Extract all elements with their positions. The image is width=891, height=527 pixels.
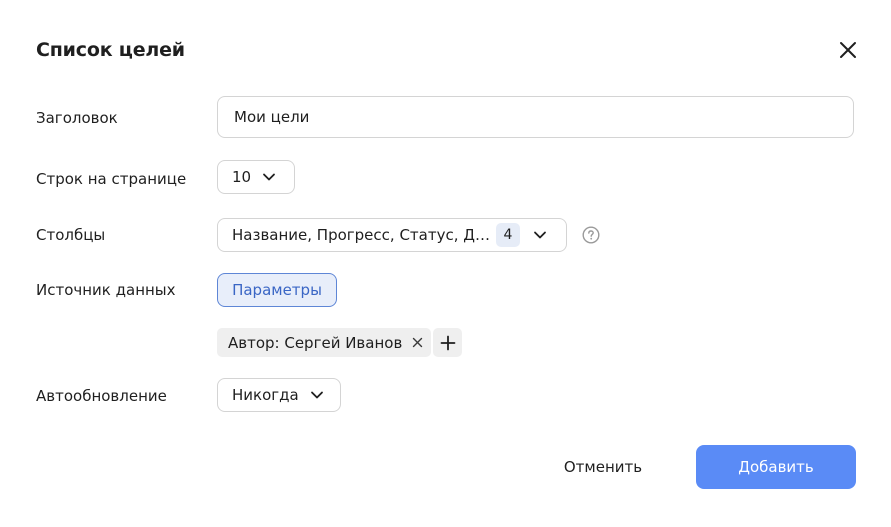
rows-per-page-value: 10 bbox=[232, 168, 252, 186]
remove-filter-button[interactable] bbox=[411, 337, 423, 349]
columns-value: Название, Прогресс, Статус, Де... bbox=[232, 226, 490, 244]
goals-list-dialog: Список целей Заголовок Строк на странице… bbox=[0, 0, 891, 527]
columns-select[interactable]: Название, Прогресс, Статус, Де... 4 bbox=[217, 218, 567, 252]
chevron-down-icon bbox=[261, 169, 277, 185]
filter-chip-label: Автор: Сергей Иванов bbox=[228, 333, 403, 352]
remove-icon bbox=[412, 337, 422, 348]
autorefresh-label: Автообновление bbox=[36, 387, 167, 405]
parameters-button[interactable]: Параметры bbox=[217, 273, 337, 307]
add-button[interactable]: Добавить bbox=[696, 445, 856, 489]
columns-count-badge: 4 bbox=[496, 223, 520, 247]
data-source-label: Источник данных bbox=[36, 281, 176, 299]
dialog-title: Список целей bbox=[36, 39, 185, 61]
plus-icon bbox=[440, 335, 455, 350]
header-label: Заголовок bbox=[36, 109, 118, 127]
close-button[interactable] bbox=[834, 36, 862, 64]
autorefresh-value: Никогда bbox=[232, 386, 299, 404]
cancel-button[interactable]: Отменить bbox=[548, 445, 658, 489]
columns-label: Столбцы bbox=[36, 226, 106, 244]
autorefresh-select[interactable]: Никогда bbox=[217, 378, 341, 412]
filter-chip: Автор: Сергей Иванов bbox=[217, 328, 432, 357]
header-input[interactable] bbox=[217, 96, 854, 138]
columns-help[interactable] bbox=[582, 226, 600, 244]
add-filter-button[interactable] bbox=[433, 328, 462, 357]
close-icon bbox=[840, 42, 856, 58]
chevron-down-icon bbox=[309, 387, 325, 403]
rows-per-page-select[interactable]: 10 bbox=[217, 160, 295, 194]
chevron-down-icon bbox=[532, 227, 548, 243]
rows-per-page-label: Строк на странице bbox=[36, 170, 187, 188]
question-icon bbox=[582, 226, 600, 244]
